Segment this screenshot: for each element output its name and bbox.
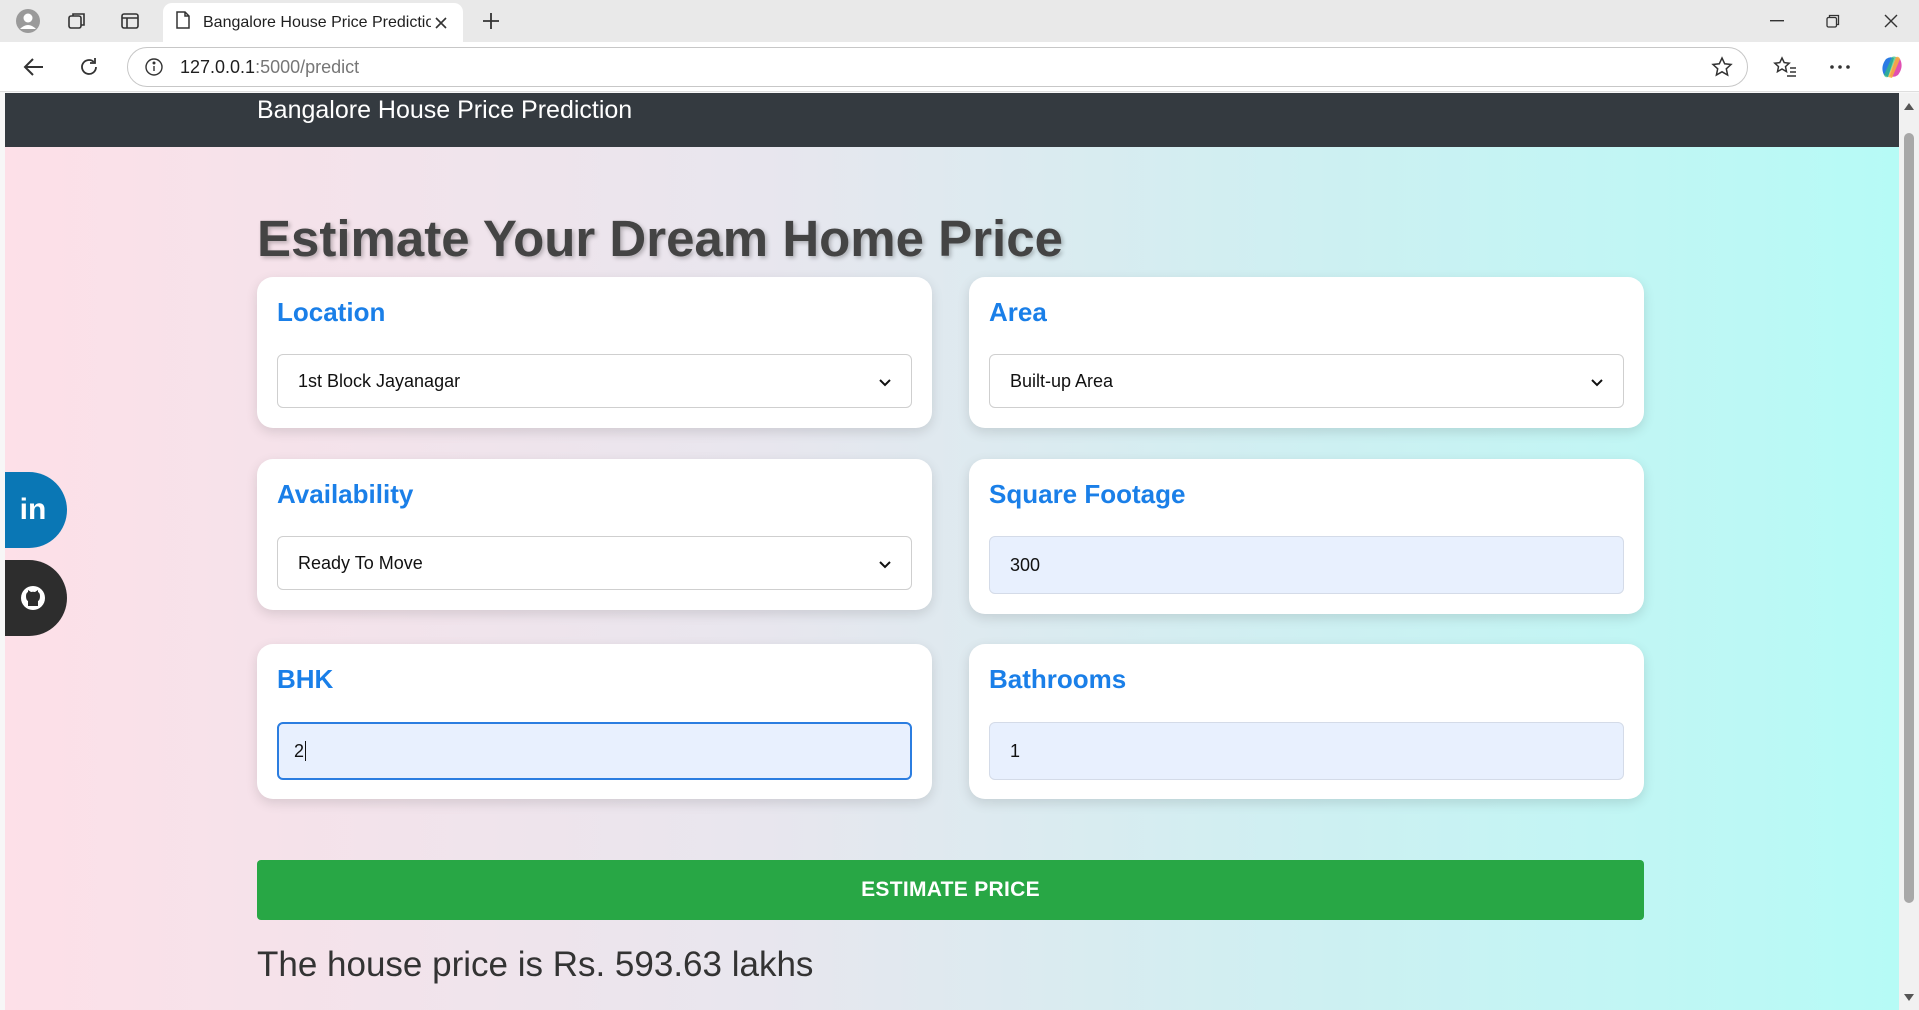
location-select[interactable]: 1st Block Jayanagar bbox=[277, 354, 912, 408]
availability-card: Availability Ready To Move bbox=[257, 459, 932, 610]
workspaces-icon[interactable] bbox=[61, 6, 93, 36]
url-path: :5000/predict bbox=[255, 56, 360, 77]
area-card: Area Built-up Area bbox=[969, 277, 1644, 428]
sqft-input[interactable]: 300 bbox=[989, 536, 1624, 594]
tab-title: Bangalore House Price Prediction bbox=[203, 13, 431, 31]
close-tab-icon[interactable] bbox=[431, 13, 451, 33]
area-label: Area bbox=[989, 297, 1047, 327]
close-window-icon[interactable] bbox=[1863, 0, 1919, 42]
estimate-price-button[interactable]: ESTIMATE PRICE bbox=[257, 860, 1644, 920]
location-label: Location bbox=[277, 297, 386, 327]
browser-tab-bar: Bangalore House Price Prediction bbox=[0, 0, 1919, 42]
favorites-icon[interactable] bbox=[1766, 48, 1804, 86]
minimize-icon[interactable] bbox=[1749, 0, 1805, 42]
availability-value: Ready To Move bbox=[298, 552, 423, 573]
chevron-down-icon bbox=[879, 371, 891, 392]
bath-value: 1 bbox=[1010, 740, 1021, 761]
active-tab[interactable]: Bangalore House Price Prediction bbox=[163, 3, 463, 42]
availability-label: Availability bbox=[277, 479, 414, 509]
linkedin-link[interactable]: in bbox=[5, 472, 67, 548]
price-result: The house price is Rs. 593.63 lakhs bbox=[257, 945, 814, 984]
sqft-card: Square Footage 300 bbox=[969, 459, 1644, 614]
more-menu-icon[interactable] bbox=[1821, 48, 1859, 86]
vertical-tabs-icon[interactable] bbox=[114, 6, 146, 36]
location-value: 1st Block Jayanagar bbox=[298, 370, 461, 391]
favorite-star-icon[interactable] bbox=[1711, 56, 1733, 78]
scroll-down-icon[interactable] bbox=[1899, 988, 1919, 1006]
availability-select[interactable]: Ready To Move bbox=[277, 536, 912, 590]
new-tab-icon[interactable] bbox=[475, 6, 507, 36]
refresh-icon[interactable] bbox=[70, 48, 108, 86]
linkedin-icon: in bbox=[19, 493, 47, 526]
bhk-input[interactable]: 2 bbox=[277, 722, 912, 780]
url-host: 127.0.0.1 bbox=[180, 56, 256, 77]
url-text: 127.0.0.1:5000/predict bbox=[180, 57, 359, 78]
github-link[interactable] bbox=[5, 560, 67, 636]
vertical-scrollbar[interactable] bbox=[1899, 93, 1919, 1010]
page-icon bbox=[175, 11, 191, 34]
navbar: Bangalore House Price Prediction bbox=[5, 93, 1899, 147]
area-select[interactable]: Built-up Area bbox=[989, 354, 1624, 408]
browser-toolbar: 127.0.0.1:5000/predict bbox=[0, 42, 1919, 92]
bath-card: Bathrooms 1 bbox=[969, 644, 1644, 799]
sqft-value: 300 bbox=[1010, 554, 1041, 575]
github-icon bbox=[19, 584, 47, 612]
restore-icon[interactable] bbox=[1805, 0, 1861, 42]
text-caret bbox=[305, 741, 307, 761]
address-bar[interactable]: 127.0.0.1:5000/predict bbox=[127, 47, 1748, 87]
chevron-down-icon bbox=[879, 553, 891, 574]
site-info-icon[interactable] bbox=[144, 57, 164, 77]
bhk-value: 2 bbox=[294, 740, 305, 761]
area-value: Built-up Area bbox=[1010, 370, 1114, 391]
scroll-up-icon[interactable] bbox=[1899, 97, 1919, 115]
bhk-label: BHK bbox=[277, 664, 334, 694]
bhk-card: BHK 2 bbox=[257, 644, 932, 799]
back-icon[interactable] bbox=[15, 48, 53, 86]
bath-input[interactable]: 1 bbox=[989, 722, 1624, 780]
sqft-label: Square Footage bbox=[989, 479, 1186, 509]
page-title: Estimate Your Dream Home Price bbox=[257, 210, 1063, 267]
navbar-brand[interactable]: Bangalore House Price Prediction bbox=[257, 95, 632, 125]
scrollbar-thumb[interactable] bbox=[1904, 133, 1914, 903]
profile-icon[interactable] bbox=[12, 6, 44, 36]
chevron-down-icon bbox=[1591, 371, 1603, 392]
copilot-icon[interactable] bbox=[1873, 48, 1911, 86]
bath-label: Bathrooms bbox=[989, 664, 1127, 694]
location-card: Location 1st Block Jayanagar bbox=[257, 277, 932, 428]
page-viewport: Bangalore House Price Prediction Estimat… bbox=[5, 93, 1899, 1010]
